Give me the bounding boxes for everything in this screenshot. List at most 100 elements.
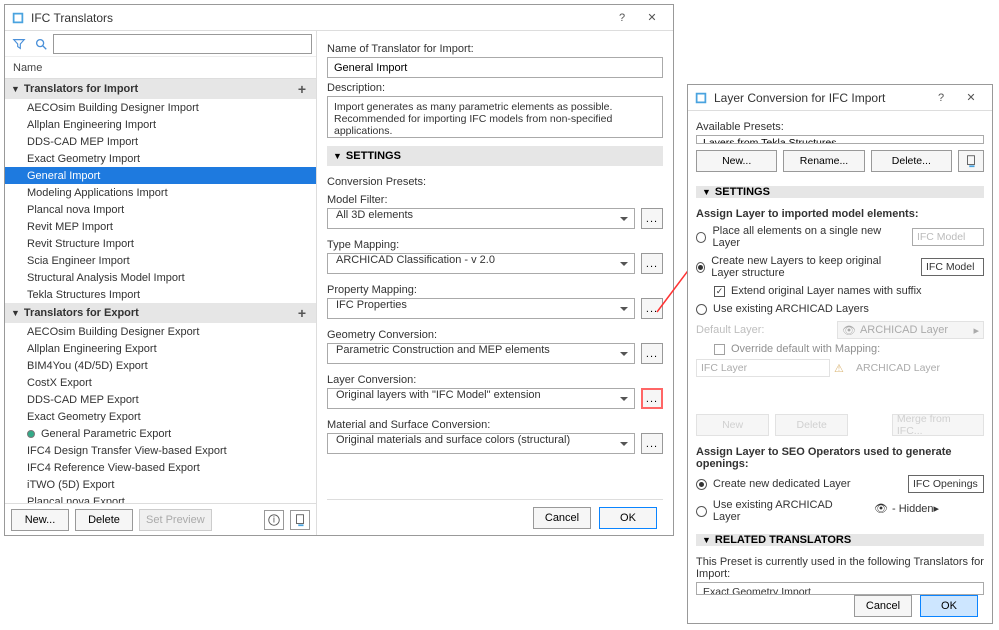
window-title: IFC Translators — [31, 11, 607, 25]
geometry-browse-button[interactable]: ... — [641, 343, 663, 364]
description-textarea[interactable]: Import generates as many parametric elem… — [327, 96, 663, 138]
import-group-header[interactable]: ▼ Translators for Import + — [5, 79, 316, 99]
chevron-down-icon: ▼ — [11, 84, 20, 94]
type-mapping-label: Type Mapping: — [327, 239, 663, 251]
export-translator-item[interactable]: General Parametric Export — [5, 425, 316, 442]
add-export-translator-button[interactable]: + — [294, 305, 310, 321]
ok-button[interactable]: OK — [920, 595, 978, 617]
export-translator-item[interactable]: IFC4 Reference View-based Export — [5, 459, 316, 476]
cancel-button[interactable]: Cancel — [533, 507, 591, 529]
import-translator-item[interactable]: Modeling Applications Import — [5, 184, 316, 201]
export-group-header[interactable]: ▼ Translators for Export + — [5, 303, 316, 323]
export-translator-item[interactable]: Plancal nova Export — [5, 493, 316, 503]
import-translator-item[interactable]: AECOsim Building Designer Import — [5, 99, 316, 116]
filter-button[interactable] — [9, 34, 29, 54]
export-translator-item[interactable]: AECOsim Building Designer Export — [5, 323, 316, 340]
mapping-new-button: New — [696, 414, 769, 436]
import-translator-item[interactable]: Tekla Structures Import — [5, 286, 316, 303]
default-layer-label: Default Layer: — [696, 324, 833, 336]
related-translators-list: Exact Geometry ImportGeneral ImportModel… — [696, 582, 984, 595]
property-mapping-label: Property Mapping: — [327, 284, 663, 296]
set-preview-button: Set Preview — [139, 509, 212, 531]
mapping-delete-button: Delete — [775, 414, 848, 436]
material-conversion-select[interactable]: Original materials and surface colors (s… — [327, 433, 635, 454]
model-filter-browse-button[interactable]: ... — [641, 208, 663, 229]
export-translator-item[interactable]: Exact Geometry Export — [5, 408, 316, 425]
svg-text:i: i — [273, 514, 275, 525]
search-input[interactable] — [53, 34, 312, 54]
presets-listbox[interactable]: Layers from Tekla StructuresOne "IFC Mod… — [696, 135, 984, 144]
export-translator-item[interactable]: iTWO (5D) Export — [5, 476, 316, 493]
export-translator-item[interactable]: IFC4 Design Transfer View-based Export — [5, 442, 316, 459]
cancel-button[interactable]: Cancel — [854, 595, 912, 617]
type-mapping-browse-button[interactable]: ... — [641, 253, 663, 274]
use-existing-radio[interactable]: Use existing ARCHICAD Layers — [696, 303, 984, 315]
single-layer-radio[interactable]: Place all elements on a single new Layer… — [696, 225, 984, 249]
seo-new-layer-input[interactable]: IFC Openings — [908, 475, 984, 493]
import-translator-item[interactable]: General Import — [5, 167, 316, 184]
app-icon — [11, 11, 25, 25]
export-translator-item[interactable]: CostX Export — [5, 374, 316, 391]
related-translators-header[interactable]: ▼RELATED TRANSLATORS — [696, 534, 984, 546]
ifc-layer-column: IFC Layer — [696, 359, 830, 377]
export-translator-item[interactable]: BIM4You (4D/5D) Export — [5, 357, 316, 374]
export-translator-item[interactable]: DDS-CAD MEP Export — [5, 391, 316, 408]
help-button[interactable]: ? — [607, 8, 637, 28]
type-mapping-select[interactable]: ARCHICAD Classification - v 2.0 — [327, 253, 635, 274]
help-button[interactable]: ? — [926, 88, 956, 108]
preset-new-button[interactable]: New... — [696, 150, 777, 172]
preset-rename-button[interactable]: Rename... — [783, 150, 864, 172]
ifc-translators-window: IFC Translators ? ✕ Name ▼ Translators f… — [4, 4, 674, 536]
property-mapping-browse-button[interactable]: ... — [641, 298, 663, 319]
group-label: Translators for Export — [24, 307, 139, 319]
translator-list-panel: Name ▼ Translators for Import + AECOsim … — [5, 31, 317, 535]
material-browse-button[interactable]: ... — [641, 433, 663, 454]
translator-tree[interactable]: ▼ Translators for Import + AECOsim Build… — [5, 79, 316, 503]
seo-assign-label: Assign Layer to SEO Operators used to ge… — [696, 446, 984, 470]
export-translator-item[interactable]: Allplan Engineering Export — [5, 340, 316, 357]
seo-existing-radio[interactable]: Use existing ARCHICAD Layer 👁- Hidden▸ — [696, 499, 984, 523]
geometry-conversion-select[interactable]: Parametric Construction and MEP elements — [327, 343, 635, 364]
add-import-translator-button[interactable]: + — [294, 81, 310, 97]
import-translator-item[interactable]: Plancal nova Import — [5, 201, 316, 218]
translator-details-panel: Name of Translator for Import: Descripti… — [317, 31, 673, 535]
app-icon — [694, 91, 708, 105]
titlebar: IFC Translators ? ✕ — [5, 5, 673, 31]
seo-new-layer-radio[interactable]: Create new dedicated Layer IFC Openings — [696, 475, 984, 493]
ok-button[interactable]: OK — [599, 507, 657, 529]
layer-conversion-browse-button[interactable]: ... — [641, 388, 663, 409]
settings-section-header[interactable]: ▼SETTINGS — [696, 186, 984, 198]
related-text: This Preset is currently used in the fol… — [696, 556, 984, 580]
close-button[interactable]: ✕ — [637, 8, 667, 28]
override-mapping-checkbox: Override default with Mapping: — [714, 343, 984, 355]
new-translator-button[interactable]: New... — [11, 509, 69, 531]
archicad-layer-column: ARCHICAD Layer — [852, 359, 984, 377]
model-filter-select[interactable]: All 3D elements — [327, 208, 635, 229]
extend-suffix-checkbox[interactable]: ✓Extend original Layer names with suffix — [714, 285, 984, 297]
info-icon[interactable]: i — [264, 510, 284, 530]
preset-delete-button[interactable]: Delete... — [871, 150, 952, 172]
import-translator-item[interactable]: DDS-CAD MEP Import — [5, 133, 316, 150]
export-icon[interactable] — [290, 510, 310, 530]
layer-conversion-select[interactable]: Original layers with "IFC Model" extensi… — [327, 388, 635, 409]
import-translator-item[interactable]: Structural Analysis Model Import — [5, 269, 316, 286]
translator-name-input[interactable] — [327, 57, 663, 78]
available-presets-label: Available Presets: — [696, 121, 984, 133]
preset-export-icon[interactable] — [958, 150, 984, 172]
import-translator-item[interactable]: Revit MEP Import — [5, 218, 316, 235]
search-icon[interactable] — [31, 34, 51, 54]
import-translator-item[interactable]: Scia Engineer Import — [5, 252, 316, 269]
import-translator-item[interactable]: Allplan Engineering Import — [5, 116, 316, 133]
close-button[interactable]: ✕ — [956, 88, 986, 108]
settings-section-header[interactable]: ▼SETTINGS — [327, 146, 663, 166]
keep-structure-radio[interactable]: Create new Layers to keep original Layer… — [696, 255, 984, 279]
import-translator-item[interactable]: Revit Structure Import — [5, 235, 316, 252]
default-layer-select: 👁ARCHICAD Layer▸ — [837, 321, 984, 339]
property-mapping-select[interactable]: IFC Properties — [327, 298, 635, 319]
delete-translator-button[interactable]: Delete — [75, 509, 133, 531]
keep-structure-name-input[interactable]: IFC Model — [921, 258, 984, 276]
group-label: Translators for Import — [24, 83, 138, 95]
preset-item[interactable]: Layers from Tekla Structures — [697, 136, 983, 144]
material-conversion-label: Material and Surface Conversion: — [327, 419, 663, 431]
import-translator-item[interactable]: Exact Geometry Import — [5, 150, 316, 167]
